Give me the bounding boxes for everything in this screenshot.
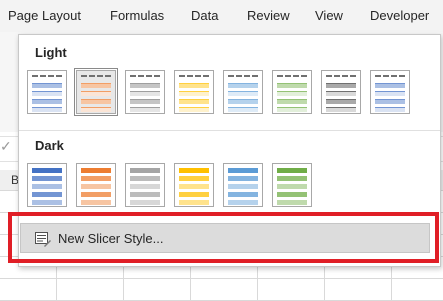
dark-style-swatch-3[interactable] [125, 163, 165, 207]
swatch-bar [277, 200, 307, 205]
swatch-bar [81, 91, 111, 96]
swatch-bar [375, 107, 405, 112]
swatch-bar [32, 200, 62, 205]
swatch-bar [277, 184, 307, 189]
tab-data[interactable]: Data [191, 8, 218, 23]
swatch-bar [130, 83, 160, 88]
swatch-bar [130, 91, 160, 96]
swatch-bar [228, 192, 258, 197]
swatch-bar [81, 184, 111, 189]
tab-review[interactable]: Review [247, 8, 290, 23]
swatch-bar [130, 107, 160, 112]
swatch-bar [130, 168, 160, 173]
light-style-swatch-4[interactable] [174, 70, 214, 114]
light-style-swatch-6[interactable] [272, 70, 312, 114]
tab-developer[interactable]: Developer [370, 8, 429, 23]
tab-view[interactable]: View [315, 8, 343, 23]
dark-style-swatch-4[interactable] [174, 163, 214, 207]
dark-style-swatch-5[interactable] [223, 163, 263, 207]
swatch-bar [179, 184, 209, 189]
light-style-swatch-5[interactable] [223, 70, 263, 114]
swatch-bar [228, 200, 258, 205]
swatch-bar [81, 200, 111, 205]
swatch-bar [179, 99, 209, 104]
swatch-bar [81, 99, 111, 104]
swatch-bar [228, 176, 258, 181]
swatch-bar [326, 91, 356, 96]
swatch-bar [179, 192, 209, 197]
dark-style-swatch-6[interactable] [272, 163, 312, 207]
swatch-bar [179, 75, 209, 79]
swatch-bar [228, 184, 258, 189]
swatch-bar [277, 99, 307, 104]
swatch-bar [179, 176, 209, 181]
swatch-bar [179, 200, 209, 205]
swatch-bar [375, 99, 405, 104]
swatch-bar [326, 107, 356, 112]
tab-formulas[interactable]: Formulas [110, 8, 164, 23]
dark-section-label: Dark [35, 138, 64, 153]
light-style-swatch-3[interactable] [125, 70, 165, 114]
swatch-bar [326, 75, 356, 79]
swatch-bar [32, 176, 62, 181]
swatch-bar [32, 83, 62, 88]
light-style-swatch-1[interactable] [27, 70, 67, 114]
swatch-bar [130, 75, 160, 79]
dark-style-swatch-2[interactable] [76, 163, 116, 207]
swatch-bar [81, 83, 111, 88]
swatch-bar [32, 184, 62, 189]
swatch-bar [179, 168, 209, 173]
swatch-bar [228, 91, 258, 96]
swatch-bar [130, 99, 160, 104]
swatch-bar [32, 107, 62, 112]
swatch-bar [277, 192, 307, 197]
swatch-bar [81, 192, 111, 197]
swatch-bar [179, 91, 209, 96]
swatch-bar [326, 99, 356, 104]
swatch-bar [32, 75, 62, 79]
swatch-bar [277, 75, 307, 79]
light-style-swatch-8[interactable] [370, 70, 410, 114]
swatch-bar [81, 168, 111, 173]
swatch-bar [179, 107, 209, 112]
swatch-bar [375, 91, 405, 96]
swatch-bar [228, 107, 258, 112]
swatch-bar [277, 91, 307, 96]
enter-check-icon[interactable]: ✓ [0, 138, 12, 155]
swatch-bar [32, 91, 62, 96]
swatch-bar [228, 99, 258, 104]
swatch-bar [277, 83, 307, 88]
swatch-bar [32, 192, 62, 197]
swatch-bar [130, 184, 160, 189]
swatch-bar [81, 107, 111, 112]
swatch-bar [228, 168, 258, 173]
swatch-bar [81, 75, 111, 79]
tab-page-layout[interactable]: Page Layout [8, 8, 81, 23]
swatch-bar [81, 176, 111, 181]
swatch-bar [375, 83, 405, 88]
highlight-annotation [8, 212, 439, 263]
swatch-bar [179, 83, 209, 88]
swatch-bar [277, 176, 307, 181]
swatch-bar [32, 99, 62, 104]
swatch-bar [375, 75, 405, 79]
ribbon-tab-bar: Page Layout Formulas Data Review View De… [0, 0, 443, 32]
dark-style-swatch-1[interactable] [27, 163, 67, 207]
swatch-bar [277, 168, 307, 173]
light-section-label: Light [35, 45, 67, 60]
swatch-bar [228, 75, 258, 79]
swatch-bar [277, 107, 307, 112]
section-divider [19, 130, 440, 131]
light-style-swatch-2[interactable] [74, 68, 118, 116]
swatch-bar [326, 83, 356, 88]
swatch-bar [130, 176, 160, 181]
swatch-bar [130, 200, 160, 205]
swatch-bar [228, 83, 258, 88]
swatch-bar [32, 168, 62, 173]
swatch-bar [130, 192, 160, 197]
light-style-swatch-7[interactable] [321, 70, 361, 114]
